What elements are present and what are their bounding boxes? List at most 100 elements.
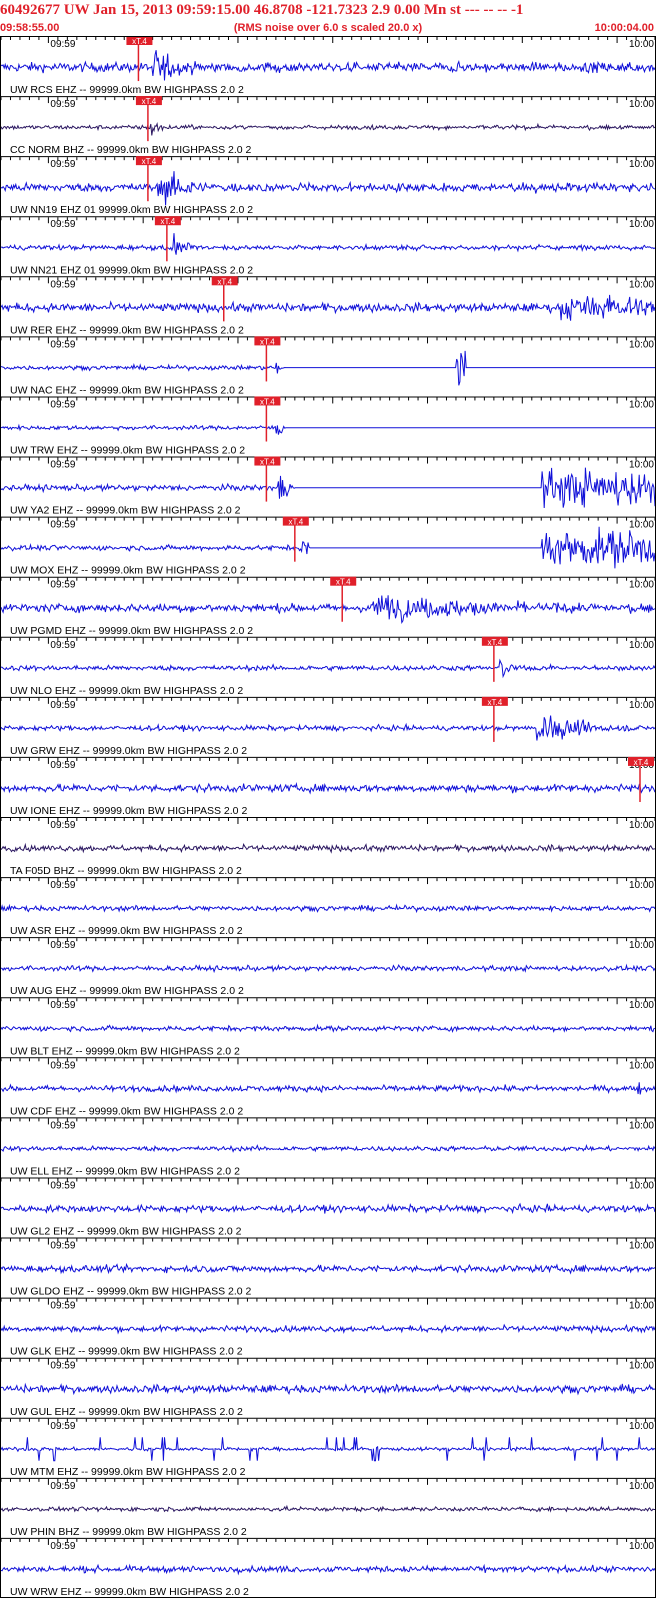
scale-note: (RMS noise over 6.0 s scaled 20.0 x) — [233, 22, 423, 34]
waveform-line — [0, 233, 656, 255]
waveform-line — [0, 1437, 656, 1462]
tick-label: 09:59 — [50, 1361, 75, 1372]
station-label: UW RCS EHZ -- 99999.0km BW HIGHPASS 2.0 … — [10, 84, 244, 96]
tick-label: 10:00 — [629, 39, 654, 50]
station-label: UW GL2 EHZ -- 99999.0km BW HIGHPASS 2.0 … — [10, 1226, 242, 1238]
waveform-line — [0, 595, 656, 624]
station-label: UW PHIN BHZ -- 99999.0km BW HIGHPASS 2.0… — [10, 1526, 247, 1538]
trace-row: 09:59 10:00 xT.4 UW NLO EHZ -- 99999.0km BW… — [0, 636, 656, 697]
station-label: UW AUG EHZ -- 99999.0km BW HIGHPASS 2.0 … — [10, 985, 244, 997]
tick-label: 10:00 — [629, 880, 654, 891]
pick-label: xT.4 — [217, 277, 232, 286]
waveform-line — [0, 1023, 656, 1034]
station-label: UW MTM EHZ -- 99999.0km BW HIGHPASS 2.0 … — [10, 1466, 246, 1478]
trace-row: 09:59 10:00 UW GLDO EHZ -- 99999.0km BW HI… — [0, 1237, 656, 1298]
event-title: 60492677 UW Jan 15, 2013 09:59:15.00 46.… — [0, 2, 524, 18]
station-label: UW GUL EHZ -- 99999.0km BW HIGHPASS 2.0 … — [10, 1406, 243, 1418]
waveform-line — [0, 1082, 656, 1095]
tick-label: 09:59 — [50, 159, 75, 170]
tick-label: 10:00 — [629, 1301, 654, 1312]
pick-label: xT.4 — [336, 578, 351, 587]
trace-row: 09:59 10:00 UW WRW EHZ -- 99999.0km BW HIG… — [0, 1537, 656, 1598]
station-label: UW BLT EHZ -- 99999.0km BW HIGHPASS 2.0 … — [10, 1045, 240, 1057]
tick-label: 10:00 — [629, 1000, 654, 1011]
tick-label: 09:59 — [50, 39, 75, 50]
tick-label: 09:59 — [50, 399, 75, 410]
tick-label: 09:59 — [50, 99, 75, 110]
trace-row: 09:5910:00xT.4UW IONE EHZ -- 99999.0km B… — [0, 756, 656, 817]
waveform-line — [0, 1262, 656, 1275]
station-label: UW TRW EHZ -- 99999.0km BW HIGHPASS 2.0 … — [10, 445, 245, 457]
station-label: UW PGMD EHZ -- 99999.0km BW HIGHPASS 2.0… — [10, 625, 253, 637]
waveform-line — [0, 1143, 656, 1153]
tick-label: 09:59 — [50, 1541, 75, 1552]
trace-row: 09:59 10:00 xT.4 CC NORM BHZ -- 99999.0km B… — [0, 96, 656, 156]
trace-row: 09:59 10:00 xT.4 UW MOX EHZ -- 99999.0km BW… — [0, 516, 656, 577]
waveform-line — [0, 842, 655, 854]
pick-label: xT.4 — [634, 758, 649, 767]
tick-label: 10:00 — [629, 820, 654, 831]
pick-label: xT.4 — [142, 157, 157, 166]
station-label: UW NAC EHZ -- 99999.0km BW HIGHPASS 2.0 … — [10, 384, 244, 396]
pick-label: xT.4 — [488, 698, 503, 707]
trace-row: 09:59 10:00 xT.4 UW TRW EHZ -- 99999.0km BW… — [0, 396, 656, 457]
tick-label: 09:59 — [50, 1481, 75, 1492]
tick-label: 10:00 — [629, 159, 654, 170]
tick-label: 09:59 — [50, 339, 75, 350]
waveform-line — [0, 526, 656, 569]
tick-label: 10:00 — [629, 460, 654, 471]
tick-label: 09:59 — [50, 700, 75, 711]
tick-label: 10:00 — [629, 580, 654, 591]
tick-label: 09:59 — [50, 460, 75, 471]
trace-row: 09:59 10:00 TA F05D BHZ -- 99999.0km BW HI… — [0, 817, 656, 877]
waveform-line — [0, 1323, 656, 1335]
tick-label: 09:59 — [50, 279, 75, 290]
trace-row: 09:59 10:00 xT.4 UW NN19 EHZ 01 99999.0km B… — [0, 156, 656, 216]
trace-row: 09:59 10:00 xT.4 UW GRW EHZ -- 99999.0km BW… — [0, 696, 656, 757]
seismogram-panel: 09:59 10:00 xT.4 UW RCS EHZ -- 99999.0km BW… — [0, 36, 656, 1598]
pick-label: xT.4 — [161, 217, 176, 226]
pick-label: xT.4 — [488, 638, 503, 647]
station-label: UW NLO EHZ -- 99999.0km BW HIGHPASS 2.0 … — [10, 685, 243, 697]
tick-label: 09:59 — [50, 1000, 75, 1011]
station-label: UW GLDO EHZ -- 99999.0km BW HIGHPASS 2.0… — [10, 1286, 252, 1298]
trace-row: 09:59 10:00 UW GLK EHZ -- 99999.0km BW HIG… — [0, 1297, 656, 1358]
plot-header: 60492677 UW Jan 15, 2013 09:59:15.00 46.… — [0, 0, 656, 36]
station-label: UW NN19 EHZ 01 99999.0km BW HIGHPASS 2.0… — [10, 204, 253, 216]
trace-row: 09:59 10:00 xT.4 UW NN21 EHZ 01 99999.0km B… — [0, 216, 656, 276]
trace-row: 09:59 10:00 UW BLT EHZ -- 99999.0km BW HIG… — [0, 997, 656, 1057]
tick-label: 09:59 — [50, 1060, 75, 1071]
waveform-line — [0, 715, 656, 741]
station-label: UW RER EHZ -- 99999.0km BW HIGHPASS 2.0 … — [10, 324, 244, 336]
station-label: TA F05D BHZ -- 99999.0km BW HIGHPASS 2.0… — [10, 865, 242, 877]
tick-label: 09:59 — [50, 940, 75, 951]
tick-label: 10:00 — [629, 1120, 654, 1131]
tick-label: 09:59 — [50, 1301, 75, 1312]
station-label: UW ASR EHZ -- 99999.0km BW HIGHPASS 2.0 … — [10, 925, 243, 937]
trace-row: 09:59 10:00 UW ELL EHZ -- 99999.0km BW HIG… — [0, 1117, 656, 1177]
tick-label: 09:59 — [50, 219, 75, 230]
trace-row: 09:59 10:00 xT.4 UW RCS EHZ -- 99999.0km BW… — [0, 36, 656, 96]
tick-label: 10:00 — [629, 700, 654, 711]
trace-row: 09:59 10:00 UW AUG EHZ -- 99999.0km BW HIG… — [0, 937, 656, 997]
waveform-line — [0, 121, 656, 136]
tick-label: 10:00 — [629, 1541, 654, 1552]
waveform-line — [0, 50, 656, 81]
station-label: UW GRW EHZ -- 99999.0km BW HIGHPASS 2.0 … — [10, 745, 247, 757]
pick-label: xT.4 — [260, 337, 275, 346]
waveform-line — [0, 658, 656, 679]
station-label: CC NORM BHZ -- 99999.0km BW HIGHPASS 2.0… — [10, 144, 252, 156]
waveform-line — [0, 467, 656, 509]
trace-row: 09:59 10:00 UW MTM EHZ -- 99999.0km BW HIG… — [0, 1417, 656, 1478]
waveform-line — [0, 171, 656, 206]
tick-label: 10:00 — [629, 1060, 654, 1071]
tick-label: 09:59 — [50, 520, 75, 531]
tick-label: 10:00 — [629, 1361, 654, 1372]
waveform-line — [0, 963, 656, 974]
station-label: UW GLK EHZ -- 99999.0km BW HIGHPASS 2.0 … — [10, 1346, 243, 1358]
trace-row: 09:59 10:00 UW PHIN BHZ -- 99999.0km BW HI… — [0, 1477, 656, 1538]
seismogram-chart: 09:59 10:00 xT.4 UW RCS EHZ -- 99999.0km BW… — [0, 36, 656, 1598]
tick-label: 09:59 — [50, 760, 75, 771]
waveform-line — [0, 1202, 656, 1215]
tick-label: 09:59 — [50, 880, 75, 891]
